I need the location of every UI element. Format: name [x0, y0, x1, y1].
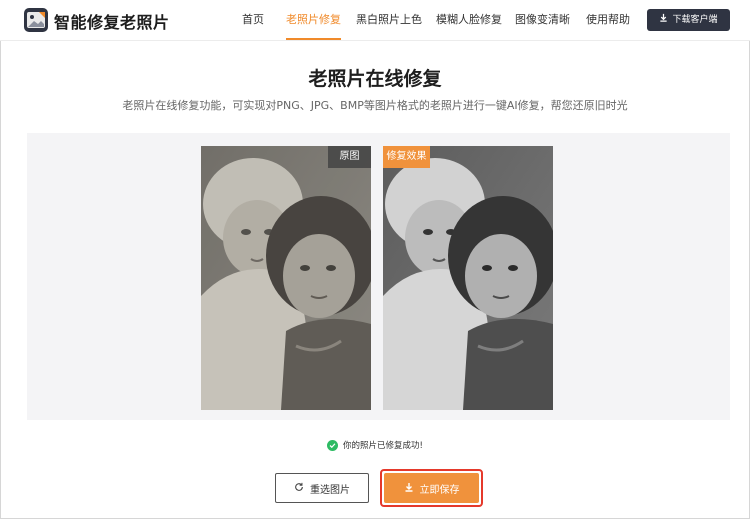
check-circle-icon — [327, 439, 339, 451]
download-icon — [404, 482, 414, 495]
download-icon — [659, 9, 668, 31]
original-tag: 原图 — [328, 146, 371, 168]
nav-colorize[interactable]: 黑白照片上色 — [356, 0, 422, 40]
nav-home[interactable]: 首页 — [242, 0, 264, 40]
brand-name[interactable]: 智能修复老照片 — [54, 9, 170, 33]
nav-image-sharpen[interactable]: 图像变清晰 — [515, 0, 570, 40]
save-label: 立即保存 — [419, 484, 460, 496]
original-photo: 原图 — [201, 146, 371, 410]
preview-panel — [27, 133, 730, 420]
page-title: 老照片在线修复 — [308, 68, 442, 90]
restored-photo: 修复效果 — [383, 146, 553, 410]
nav-old-photo-repair[interactable]: 老照片修复 — [286, 0, 341, 40]
download-client-button[interactable]: 下载客户端 — [647, 9, 730, 31]
reselect-image-button[interactable]: 重选图片 — [275, 473, 369, 503]
save-now-button[interactable]: 立即保存 — [384, 473, 479, 503]
photo-logo-icon[interactable] — [24, 8, 48, 32]
success-message: 你的照片已修复成功! — [0, 439, 750, 451]
success-text: 你的照片已修复成功! — [343, 441, 423, 451]
refresh-icon — [294, 482, 304, 495]
page-subtitle: 老照片在线修复功能，可实现对PNG、JPG、BMP等图片格式的老照片进行一键AI… — [122, 99, 628, 112]
nav-face-repair[interactable]: 模糊人脸修复 — [436, 0, 502, 40]
result-tag: 修复效果 — [383, 146, 430, 168]
reselect-label: 重选图片 — [310, 484, 350, 496]
download-client-label: 下载客户端 — [672, 15, 718, 25]
top-header: 智能修复老照片 首页 老照片修复 黑白照片上色 模糊人脸修复 图像变清晰 使用帮… — [0, 0, 750, 41]
nav-help[interactable]: 使用帮助 — [586, 0, 630, 40]
